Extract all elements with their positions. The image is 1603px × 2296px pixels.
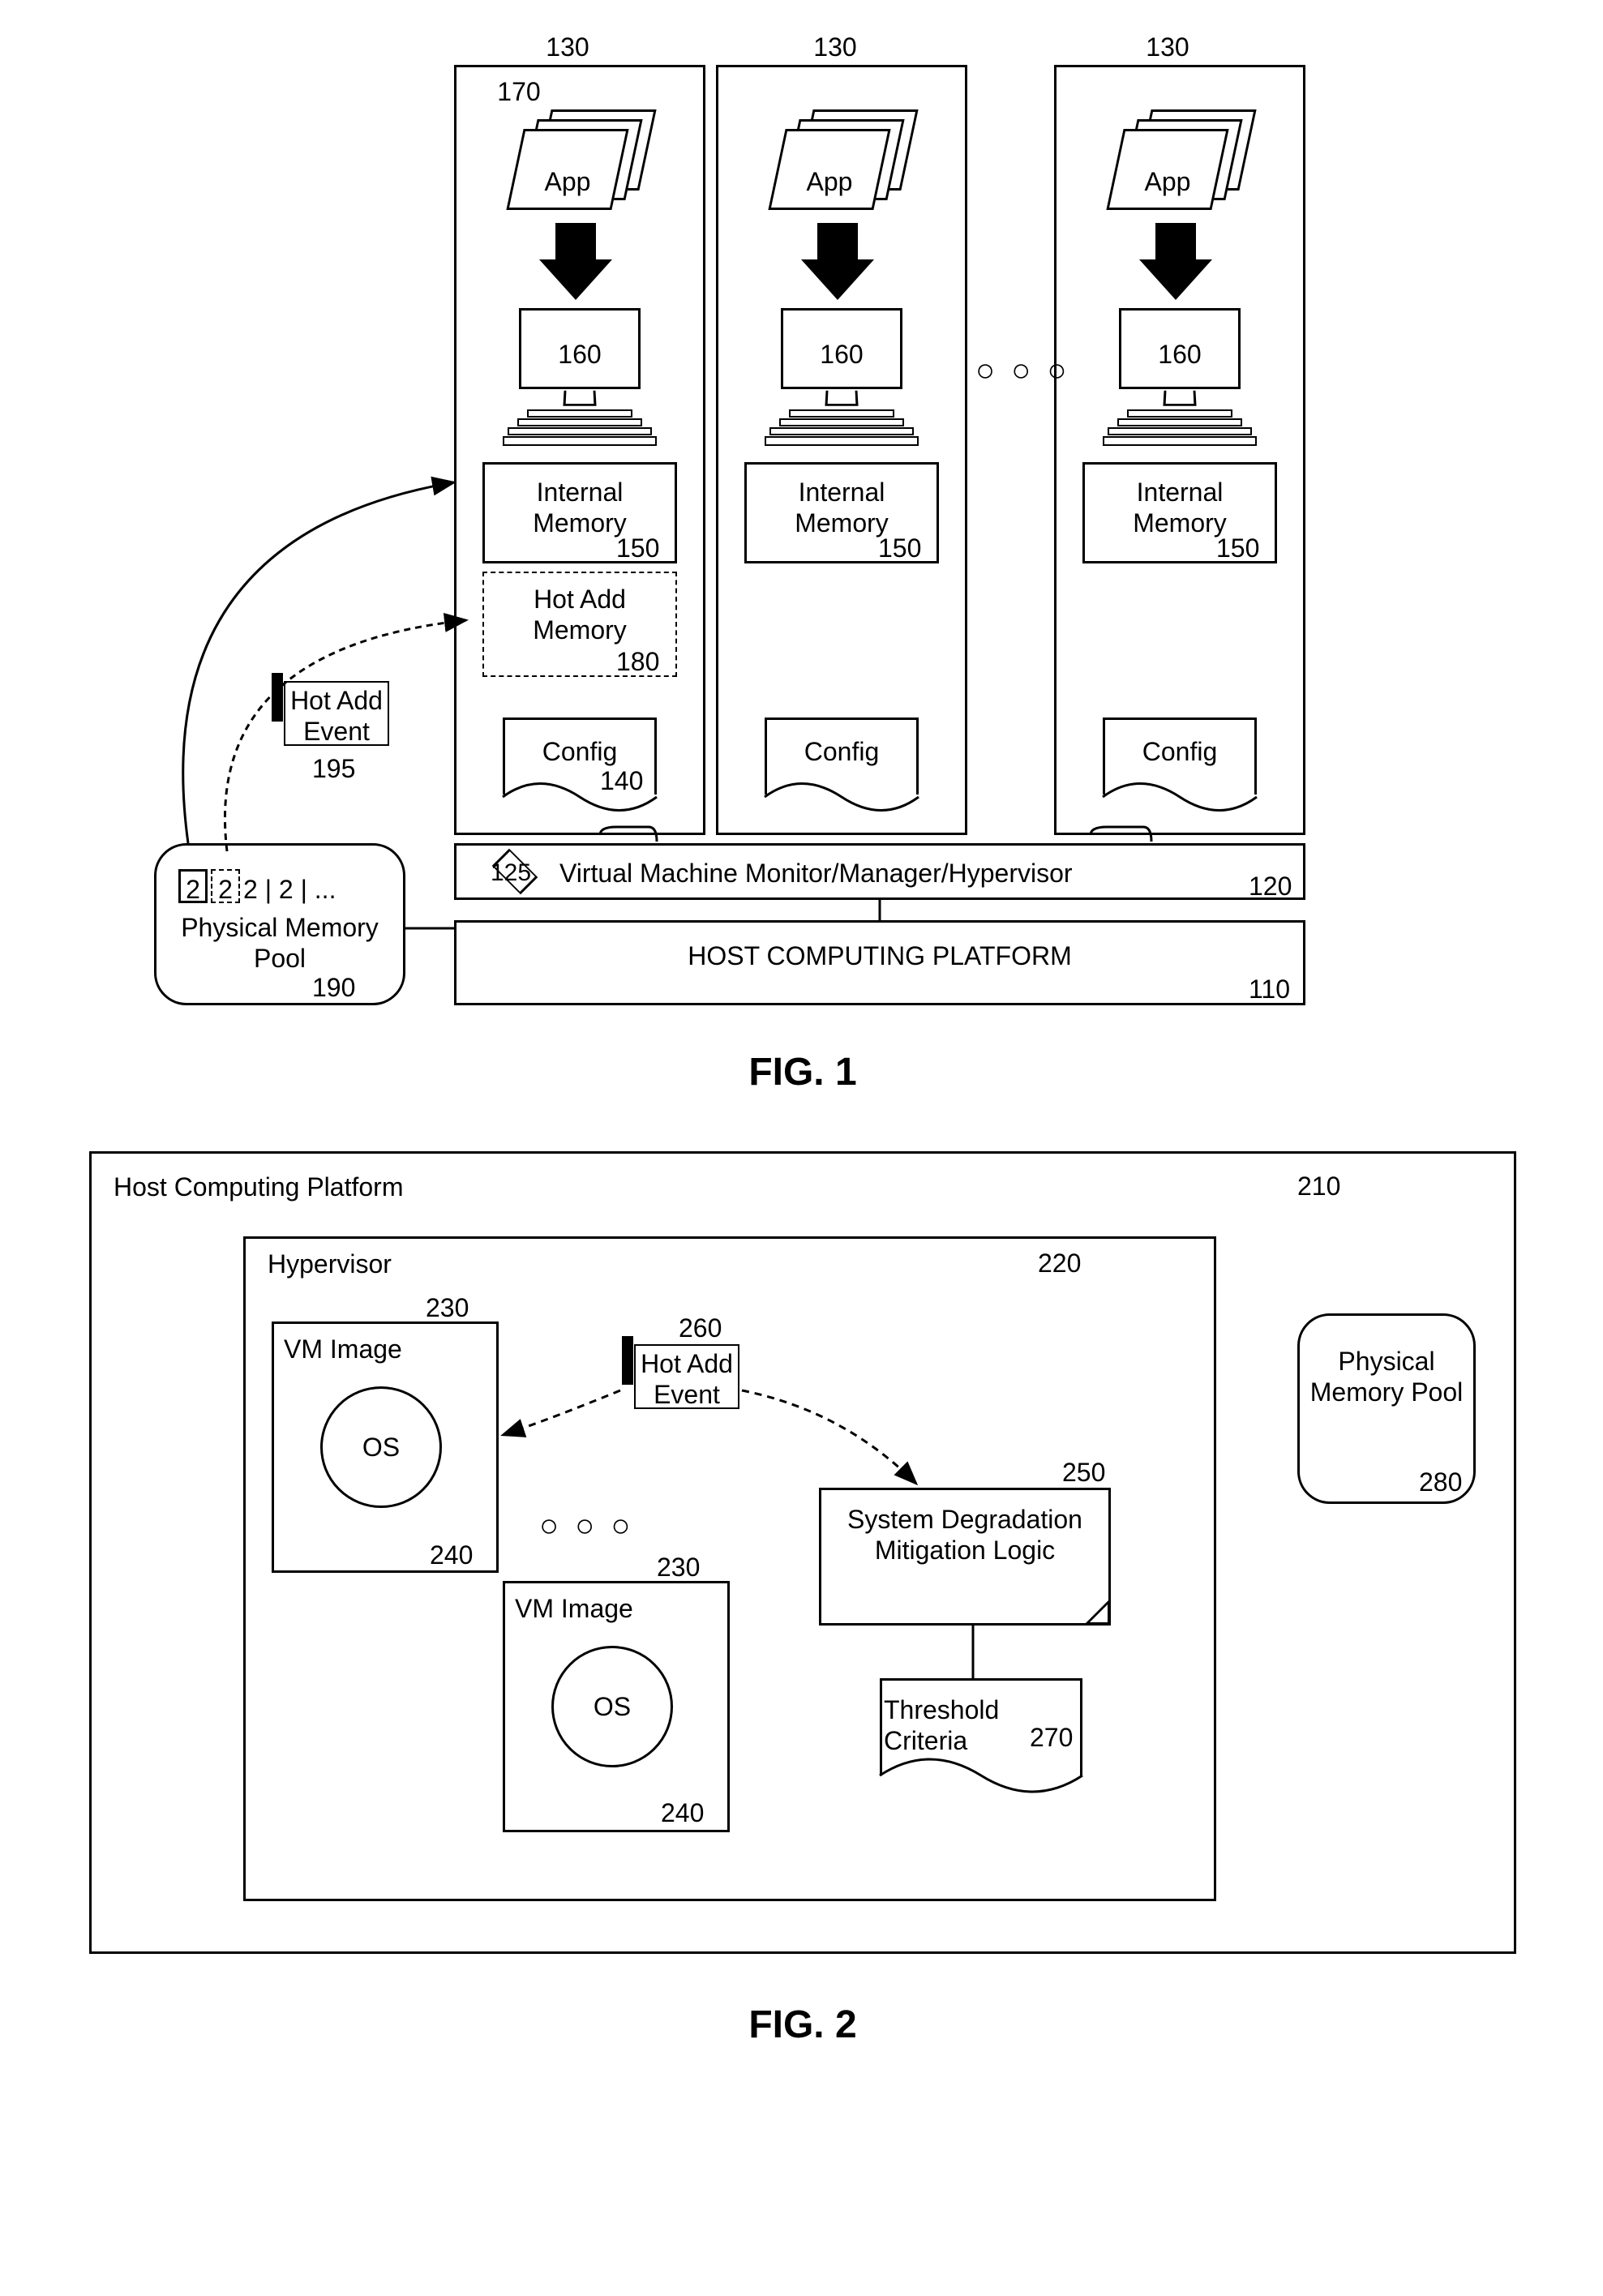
computer-ref: 160	[785, 339, 898, 370]
hypervisor-ref: 120	[1249, 872, 1292, 902]
hypervisor-inner-ref: 125	[491, 859, 531, 887]
host-ref: 210	[1297, 1172, 1340, 1202]
logic-label: System Degradation Mitigation Logic	[827, 1504, 1103, 1566]
app-label: App	[519, 166, 616, 197]
os-ref: 240	[661, 1798, 704, 1828]
pool-block-value: 2	[180, 874, 206, 905]
threshold-label: Threshold Criteria	[884, 1694, 1022, 1757]
dog-ear-icon	[1085, 1600, 1109, 1624]
os-ref: 240	[430, 1540, 473, 1570]
ellipsis-icon: ○○○	[539, 1508, 646, 1544]
computer-icon: 160	[756, 308, 919, 454]
vm-ref: 130	[1135, 32, 1200, 62]
figure-1: 130 130 130 ○○○ 170 App 160 Internal Mem…	[32, 32, 1573, 1046]
pool-block-value: 2	[212, 874, 238, 905]
host-platform-label: HOST COMPUTING PLATFORM	[454, 940, 1305, 971]
figure-2: Host Computing Platform 210 Hypervisor 2…	[32, 1143, 1573, 2035]
internal-memory-ref: 150	[616, 533, 659, 563]
hot-add-event-ref: 260	[679, 1313, 722, 1343]
host-platform-ref: 110	[1249, 975, 1290, 1004]
computer-icon: 160	[495, 308, 657, 454]
figure-caption: FIG. 2	[32, 2003, 1573, 2047]
threshold-ref: 270	[1030, 1723, 1073, 1753]
app-ref: 170	[486, 77, 551, 107]
hot-add-memory-label: Hot Add Memory	[495, 584, 665, 646]
config-label: Config	[765, 736, 919, 767]
pool-label: Physical Memory Pool	[162, 912, 397, 975]
internal-memory-ref: 150	[1216, 533, 1259, 563]
config-ref: 140	[600, 766, 643, 796]
internal-memory-label: Internal Memory	[756, 477, 927, 539]
ellipsis-icon: ○○○	[975, 353, 1082, 389]
computer-ref: 160	[523, 339, 636, 370]
vm-image-ref: 230	[657, 1553, 700, 1583]
hypervisor-label: Hypervisor	[268, 1249, 511, 1279]
os-circle: OS	[551, 1646, 673, 1767]
figure-caption: FIG. 1	[32, 1050, 1573, 1094]
pool-label: Physical Memory Pool	[1309, 1346, 1464, 1408]
computer-ref: 160	[1123, 339, 1237, 370]
event-tab-icon	[622, 1336, 633, 1385]
host-label: Host Computing Platform	[114, 1172, 519, 1202]
internal-memory-ref: 150	[878, 533, 921, 563]
event-tab-icon	[272, 673, 283, 722]
pool-ref: 190	[312, 973, 355, 1003]
computer-icon: 160	[1095, 308, 1257, 454]
internal-memory-label: Internal Memory	[495, 477, 665, 539]
hypervisor-ref: 220	[1038, 1249, 1081, 1279]
os-circle: OS	[320, 1386, 442, 1508]
vm-image-label: VM Image	[284, 1334, 486, 1364]
hot-add-event-label: Hot Add Event	[636, 1348, 738, 1411]
vm-image-ref: 230	[426, 1293, 469, 1323]
logic-ref: 250	[1062, 1458, 1105, 1488]
app-label: App	[1119, 166, 1216, 197]
config-label: Config	[503, 736, 657, 767]
config-label: Config	[1103, 736, 1257, 767]
hot-add-event-label: Hot Add Event	[285, 685, 388, 747]
pool-block-rest: 2 | 2 | ...	[243, 874, 381, 905]
hot-add-event-ref: 195	[312, 754, 355, 784]
vm-ref: 130	[535, 32, 600, 62]
app-label: App	[781, 166, 878, 197]
vm-image-label: VM Image	[515, 1593, 718, 1624]
hot-add-memory-ref: 180	[616, 647, 659, 677]
vm-ref: 130	[803, 32, 868, 62]
hypervisor-label: Virtual Machine Monitor/Manager/Hypervis…	[559, 858, 1224, 889]
internal-memory-label: Internal Memory	[1095, 477, 1265, 539]
pool-ref: 280	[1419, 1467, 1462, 1497]
